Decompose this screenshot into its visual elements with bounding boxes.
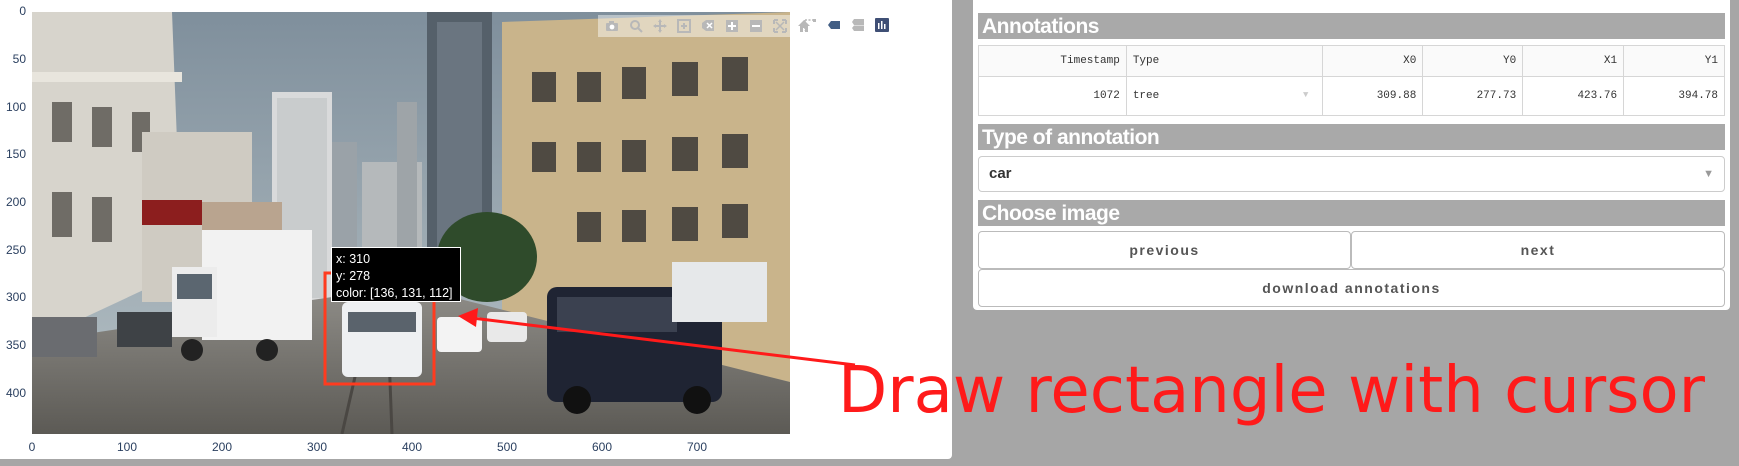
cell-timestamp[interactable]: 1072 bbox=[978, 76, 1127, 116]
y-tick: 300 bbox=[5, 290, 26, 304]
y-tick: 0 bbox=[19, 4, 26, 18]
y-tick: 200 bbox=[5, 195, 26, 209]
annotations-table: Timestamp Type X0 Y0 X1 Y1 1072 tree ▼ 3… bbox=[978, 45, 1725, 116]
x-tick: 200 bbox=[211, 440, 233, 454]
cell-y1[interactable]: 394.78 bbox=[1623, 76, 1725, 116]
chevron-down-icon: ▼ bbox=[1303, 90, 1309, 100]
zoom-icon[interactable] bbox=[626, 16, 646, 36]
hover-x: x: 310 bbox=[336, 252, 371, 266]
cell-x1[interactable]: 423.76 bbox=[1522, 76, 1625, 116]
lasso-icon[interactable] bbox=[698, 16, 718, 36]
x-tick: 700 bbox=[686, 440, 708, 454]
column-header[interactable]: X1 bbox=[1522, 45, 1625, 77]
plotly-logo-icon[interactable] bbox=[872, 15, 892, 35]
y-tick: 400 bbox=[5, 386, 26, 400]
instruction-caption: Draw rectangle with cursor bbox=[838, 354, 1705, 428]
table-header-row: Timestamp Type X0 Y0 X1 Y1 bbox=[978, 45, 1725, 77]
zoom-in-icon[interactable] bbox=[722, 16, 742, 36]
pan-icon[interactable] bbox=[650, 16, 670, 36]
x-tick: 0 bbox=[28, 440, 36, 454]
download-annotations-button[interactable]: download annotations bbox=[978, 269, 1725, 307]
annotation-type-value: car bbox=[989, 165, 1012, 182]
type-of-annotation-header: Type of annotation bbox=[978, 124, 1725, 150]
cell-type-dropdown[interactable]: tree ▼ bbox=[1125, 76, 1324, 116]
hover-tooltip: x: 310 y: 278 color: [136, 131, 112] bbox=[331, 247, 461, 302]
hover-closest-icon[interactable] bbox=[824, 15, 844, 35]
select-box-icon[interactable] bbox=[674, 16, 694, 36]
column-header[interactable]: Y1 bbox=[1623, 45, 1725, 77]
cell-x0[interactable]: 309.88 bbox=[1322, 76, 1424, 116]
modebar bbox=[598, 15, 818, 37]
street-photo[interactable] bbox=[32, 12, 790, 434]
image-plot: 0 50 100 150 200 250 300 350 400 0 100 2… bbox=[0, 0, 952, 459]
control-panel: Annotations Timestamp Type X0 Y0 X1 Y1 1… bbox=[973, 0, 1730, 310]
zoom-out-icon[interactable] bbox=[746, 16, 766, 36]
column-header[interactable]: X0 bbox=[1322, 45, 1424, 77]
y-tick: 100 bbox=[5, 100, 26, 114]
cell-type-value: tree bbox=[1132, 90, 1160, 102]
modebar-extra bbox=[800, 15, 892, 35]
x-tick: 300 bbox=[306, 440, 328, 454]
y-tick: 350 bbox=[5, 338, 26, 352]
x-tick: 600 bbox=[591, 440, 613, 454]
previous-button[interactable]: previous bbox=[978, 231, 1351, 269]
x-tick: 100 bbox=[116, 440, 138, 454]
spike-lines-icon[interactable] bbox=[800, 15, 820, 35]
hover-color: color: [136, 131, 112] bbox=[336, 286, 453, 300]
hover-y: y: 278 bbox=[336, 269, 371, 283]
hover-compare-icon[interactable] bbox=[848, 15, 868, 35]
column-header[interactable]: Timestamp bbox=[978, 45, 1127, 77]
annotations-header: Annotations bbox=[978, 13, 1725, 39]
table-row: 1072 tree ▼ 309.88 277.73 423.76 394.78 bbox=[978, 76, 1725, 116]
autoscale-icon[interactable] bbox=[770, 16, 790, 36]
y-tick: 250 bbox=[5, 243, 26, 257]
column-header[interactable]: Y0 bbox=[1422, 45, 1524, 77]
cell-y0[interactable]: 277.73 bbox=[1422, 76, 1524, 116]
x-tick: 400 bbox=[401, 440, 423, 454]
annotation-type-select[interactable]: car ▼ bbox=[978, 156, 1725, 192]
x-tick: 500 bbox=[496, 440, 518, 454]
camera-icon[interactable] bbox=[602, 16, 622, 36]
next-button[interactable]: next bbox=[1351, 231, 1725, 269]
column-header[interactable]: Type bbox=[1125, 45, 1324, 77]
chevron-down-icon: ▼ bbox=[1703, 168, 1714, 180]
y-tick: 50 bbox=[12, 52, 26, 66]
choose-image-header: Choose image bbox=[978, 200, 1725, 226]
y-tick: 150 bbox=[5, 147, 26, 161]
